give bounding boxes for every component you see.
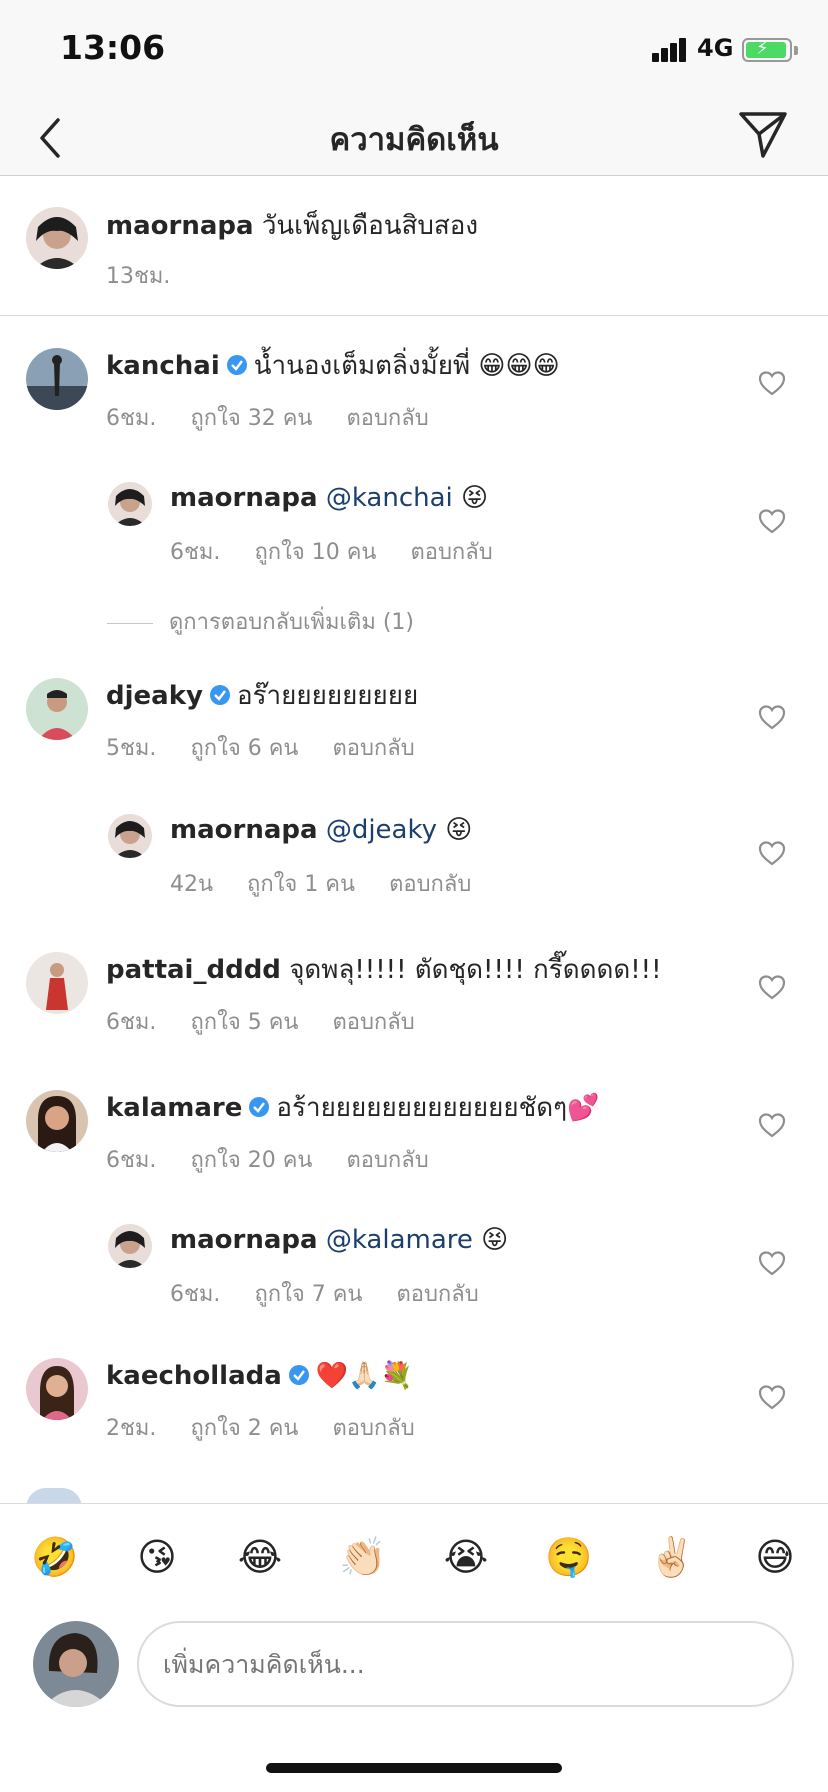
verified-badge-icon: [226, 355, 247, 375]
comment-mention-link[interactable]: @djeaky: [326, 815, 437, 845]
avatar[interactable]: [108, 814, 152, 858]
comment-likes-link[interactable]: ถูกใจ 32 คน: [190, 406, 312, 431]
caption-username[interactable]: maornapa: [106, 211, 254, 241]
comment-time: 6ชม.: [170, 540, 221, 565]
comment-time: 2ชม.: [106, 1416, 157, 1441]
comment-time: 6ชม.: [106, 1010, 157, 1035]
comment-composer: [0, 1613, 828, 1723]
comment-likes-link[interactable]: ถูกใจ 2 คน: [190, 1416, 298, 1441]
divider: [107, 622, 153, 624]
comment-time: 5ชม.: [106, 736, 157, 761]
status-bar: 13:06 4G ⚡: [0, 0, 828, 100]
like-heart-icon[interactable]: [758, 840, 786, 866]
comment-reply-button[interactable]: ตอบกลับ: [346, 406, 428, 431]
comment-text: 😝: [481, 1225, 509, 1255]
comment-username[interactable]: kanchai: [106, 351, 220, 381]
send-icon[interactable]: [735, 106, 791, 162]
comment-likes-link[interactable]: ถูกใจ 7 คน: [254, 1282, 362, 1307]
comment-reply-button[interactable]: ตอบกลับ: [389, 872, 471, 897]
comment-username[interactable]: maornapa: [170, 483, 318, 513]
emoji-button[interactable]: 😭: [436, 1532, 496, 1582]
comment-text: จุดพลุ!!!!! ตัดชุด!!!! กรี๊ดดดด!!!: [289, 955, 662, 985]
comment-time: 42น: [170, 872, 214, 897]
page-title: ความคิดเห็น: [329, 122, 499, 158]
comment-reply-button[interactable]: ตอบกลับ: [346, 1148, 428, 1173]
comment-username[interactable]: kaechollada: [106, 1361, 282, 1391]
verified-badge-icon: [249, 1097, 270, 1117]
like-heart-icon[interactable]: [758, 1250, 786, 1276]
comment-reply-button[interactable]: ตอบกลับ: [410, 540, 492, 565]
caption-time: 13ชม.: [106, 264, 171, 289]
like-heart-icon[interactable]: [758, 1112, 786, 1138]
emoji-button[interactable]: 😘: [127, 1532, 187, 1582]
comment-text: อร๊ายยยยยยยยย: [236, 681, 419, 711]
status-time: 13:06: [60, 28, 166, 67]
home-indicator: [266, 1763, 562, 1773]
verified-badge-icon: [288, 1365, 309, 1385]
battery-icon: ⚡: [742, 38, 798, 62]
like-heart-icon[interactable]: [758, 974, 786, 1000]
comment-username[interactable]: pattai_dddd: [106, 955, 281, 985]
view-more-replies-button[interactable]: ดูการตอบกลับเพิ่มเติม (1): [107, 604, 414, 639]
avatar[interactable]: [108, 1224, 152, 1268]
comment-mention-link[interactable]: @kanchai: [326, 483, 453, 513]
comment-input[interactable]: [137, 1621, 794, 1707]
comment-likes-link[interactable]: ถูกใจ 5 คน: [190, 1010, 298, 1035]
comment-text: น้ำนองเต็มตลิ่งมั้ยพี่ 😁😁😁: [253, 351, 560, 381]
comment-text: อร้ายยยยยยยยยยยยยชัดๆ💕: [276, 1093, 600, 1123]
comment-time: 6ชม.: [106, 1148, 157, 1173]
like-heart-icon[interactable]: [758, 370, 786, 396]
comment-likes-link[interactable]: ถูกใจ 10 คน: [254, 540, 376, 565]
comment-text: 😝: [445, 815, 473, 845]
avatar[interactable]: [26, 207, 88, 269]
my-avatar: [33, 1621, 119, 1707]
nav-bar: ความคิดเห็น: [0, 100, 828, 176]
comment-time: 6ชม.: [170, 1282, 221, 1307]
emoji-button[interactable]: 🤤: [539, 1532, 599, 1582]
comment-reply-button[interactable]: ตอบกลับ: [396, 1282, 478, 1307]
comment-reply-button[interactable]: ตอบกลับ: [332, 1416, 414, 1441]
emoji-button[interactable]: 😂: [230, 1532, 290, 1582]
comment-text: ❤️🙏🏻💐: [315, 1361, 413, 1391]
avatar[interactable]: [26, 678, 88, 740]
comment-text: 😝: [461, 483, 489, 513]
avatar[interactable]: [26, 348, 88, 410]
avatar[interactable]: [26, 952, 88, 1014]
emoji-button[interactable]: 👏🏻: [333, 1532, 393, 1582]
avatar[interactable]: [108, 482, 152, 526]
comment-mention-link[interactable]: @kalamare: [326, 1225, 473, 1255]
signal-icon: [652, 38, 688, 62]
comment-username[interactable]: maornapa: [170, 815, 318, 845]
avatar[interactable]: [26, 1090, 88, 1152]
comment-reply-button[interactable]: ตอบกลับ: [332, 1010, 414, 1035]
verified-badge-icon: [209, 685, 230, 705]
emoji-button[interactable]: ✌🏻: [642, 1532, 702, 1582]
emoji-button[interactable]: 🤣: [25, 1532, 85, 1582]
comment-time: 6ชม.: [106, 406, 157, 431]
emoji-button[interactable]: 😅: [745, 1532, 805, 1582]
emoji-reaction-bar: 🤣 😘 😂 👏🏻 😭 🤤 ✌🏻 😅: [0, 1503, 828, 1613]
network-label: 4G: [697, 34, 734, 62]
comment-likes-link[interactable]: ถูกใจ 6 คน: [190, 736, 298, 761]
comment-username[interactable]: maornapa: [170, 1225, 318, 1255]
comment-likes-link[interactable]: ถูกใจ 1 คน: [247, 872, 355, 897]
like-heart-icon[interactable]: [758, 1384, 786, 1410]
like-heart-icon[interactable]: [758, 508, 786, 534]
view-more-replies-label: ดูการตอบกลับเพิ่มเติม (1): [169, 610, 414, 635]
avatar[interactable]: [26, 1358, 88, 1420]
post-caption: maornapa วันเพ็ญเดือนสิบสอง 13ชม.: [0, 176, 828, 316]
caption-text: วันเพ็ญเดือนสิบสอง: [261, 211, 479, 241]
comment-username[interactable]: djeaky: [106, 681, 203, 711]
like-heart-icon[interactable]: [758, 704, 786, 730]
comment-username[interactable]: kalamare: [106, 1093, 242, 1123]
comment-likes-link[interactable]: ถูกใจ 20 คน: [190, 1148, 312, 1173]
comment-reply-button[interactable]: ตอบกลับ: [332, 736, 414, 761]
